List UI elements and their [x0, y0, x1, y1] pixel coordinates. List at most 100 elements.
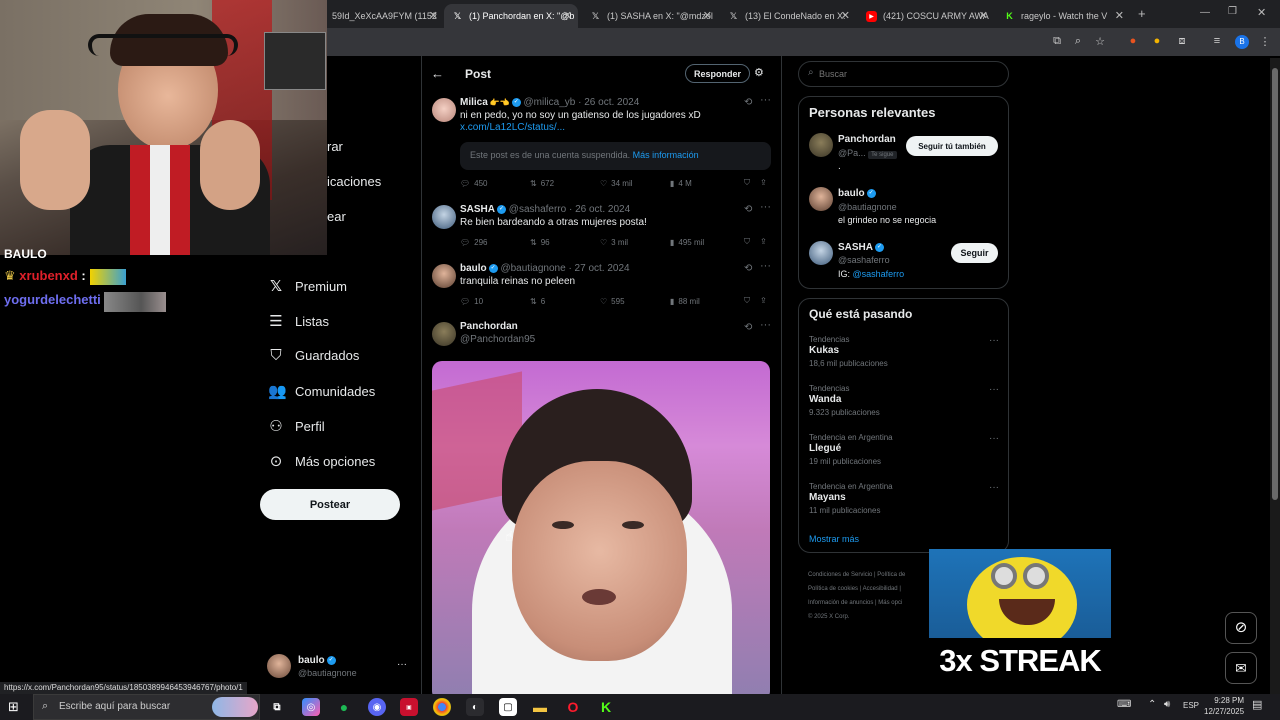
person-name[interactable]: Panchordan [838, 134, 896, 145]
more-icon[interactable]: ··· [989, 384, 999, 395]
author-handle[interactable]: @bautiagnone [500, 263, 565, 274]
trend-item[interactable]: Tendencia en Argentina Llegué 19 mil pub… [809, 433, 999, 466]
footer-link[interactable]: Política de cookies [808, 586, 858, 592]
search-input[interactable] [819, 67, 999, 81]
bookmark-icon[interactable]: ⛉ [744, 237, 750, 247]
file-explorer-icon[interactable]: ▬ [531, 698, 549, 716]
like-action[interactable]: ♡ 595 [600, 296, 670, 306]
avatar[interactable] [432, 205, 456, 229]
share-icon[interactable]: ⇪ [760, 237, 767, 247]
author-name[interactable]: Panchordan [460, 321, 518, 332]
show-more-link[interactable]: Mostrar más [809, 534, 859, 544]
post-button[interactable]: Postear [260, 489, 400, 520]
bookmark-icon[interactable]: ⛉ [744, 296, 750, 306]
author-handle[interactable]: @milica_yb [524, 97, 576, 108]
sidebar-item-premium[interactable]: 𝕏 Premium [268, 277, 347, 295]
bookmark-icon[interactable]: ⛉ [744, 178, 750, 188]
views-action[interactable]: ▮ 495 mil [670, 237, 744, 247]
obs-icon[interactable]: ◐ [466, 698, 484, 716]
keyboard-icon[interactable]: ⌨ [1117, 699, 1131, 710]
search-box[interactable]: ⌕ [798, 61, 1009, 87]
views-action[interactable]: ▮ 88 mil [670, 296, 744, 306]
grok-icon[interactable]: ⟲ [744, 322, 752, 333]
capcut-icon[interactable]: ▢ [499, 698, 517, 716]
close-icon[interactable]: ✕ [429, 9, 438, 22]
sidebar-item-communities[interactable]: 👥 Comunidades [268, 382, 375, 400]
sidebar-item-lists[interactable]: ☰ Listas [268, 312, 329, 330]
grok-icon[interactable]: ⟲ [744, 97, 752, 108]
more-icon[interactable]: ··· [989, 482, 999, 493]
footer-link[interactable]: Más opci [878, 600, 902, 606]
more-icon[interactable]: ··· [397, 659, 407, 670]
new-tab-button[interactable]: + [1138, 6, 1146, 21]
reply-action[interactable]: 💬︎ 450 [460, 178, 530, 188]
tweet-photo[interactable] [432, 361, 770, 694]
views-action[interactable]: ▮ 4 M [670, 178, 744, 188]
close-icon[interactable]: ✕ [1115, 9, 1124, 22]
address-bar[interactable] [330, 32, 1045, 52]
zoom-icon[interactable]: ⌕ [1071, 35, 1085, 48]
sidebar-item-more[interactable]: ⊙ Más opciones [268, 452, 376, 470]
clock[interactable]: 9:28 PM 12/27/2025 [1204, 695, 1244, 717]
more-icon[interactable]: ··· [760, 319, 771, 331]
more-icon[interactable]: ··· [760, 94, 771, 106]
person-name[interactable]: baulo [838, 188, 865, 199]
grok-button[interactable]: ⊘ [1225, 612, 1257, 644]
browser-tab[interactable]: K rageylo - Watch the V ✕ [996, 4, 1130, 28]
nav-item-partial[interactable]: rar [327, 139, 343, 154]
reading-list-icon[interactable]: ≡ [1210, 35, 1224, 47]
star-icon[interactable]: ☆ [1093, 35, 1107, 48]
browser-tab-active[interactable]: 𝕏 (1) Panchordan en X: "@b ✕ [444, 4, 578, 28]
close-icon[interactable]: ✕ [563, 9, 572, 22]
share-icon[interactable]: ⇪ [760, 296, 767, 306]
trend-item[interactable]: Tendencia en Argentina Mayans 11 mil pub… [809, 482, 999, 515]
scrollbar-thumb[interactable] [1272, 68, 1278, 500]
discord-icon[interactable]: ◉ [368, 698, 386, 716]
grok-icon[interactable]: ⟲ [744, 263, 752, 274]
browser-tab[interactable]: 𝕏 (13) El CondeNado en X: ✕ [720, 4, 856, 28]
app-icon[interactable]: ▣ [400, 698, 418, 716]
spotify-icon[interactable]: ● [335, 698, 353, 716]
volume-icon[interactable]: 🔊︎ [1164, 699, 1170, 710]
chevron-up-icon[interactable]: ⌃ [1148, 699, 1156, 710]
account-switcher[interactable]: baulo ✓ @bautiagnone ··· [267, 654, 417, 682]
browser-tab[interactable]: 𝕏 (1) SASHA en X: "@mdzol ✕ [582, 4, 718, 28]
grok-icon[interactable]: ⟲ [744, 204, 752, 215]
author-handle[interactable]: @sashaferro [509, 204, 566, 215]
sidebar-item-profile[interactable]: ⚇ Perfil [268, 417, 324, 435]
footer-link[interactable]: Accesibilidad [863, 586, 898, 592]
maximize-button[interactable]: ❐ [1228, 6, 1237, 17]
kick-icon[interactable]: K [597, 698, 615, 716]
taskbar-search[interactable]: ⌕ Escribe aquí para buscar [33, 694, 260, 720]
nav-item-partial[interactable]: icaciones [327, 174, 381, 189]
language-indicator[interactable]: ESP [1183, 701, 1199, 710]
footer-link[interactable]: Política de [877, 572, 905, 578]
sidebar-item-bookmarks[interactable]: ⛉ Guardados [268, 347, 359, 364]
follow-button[interactable]: Seguir [951, 243, 998, 263]
task-view-icon[interactable]: ⧉ [268, 698, 286, 716]
footer-link[interactable]: Información de anuncios [808, 600, 873, 606]
chrome-icon[interactable] [433, 698, 451, 716]
back-arrow-icon[interactable]: ← [431, 66, 444, 81]
follow-back-button[interactable]: Seguir tú también [906, 136, 998, 156]
tweet-date[interactable]: · 26 oct. 2024 [569, 204, 630, 215]
extension-icon[interactable]: ● [1150, 35, 1164, 47]
cast-icon[interactable]: ⧉ [1050, 35, 1064, 48]
close-icon[interactable]: ✕ [841, 9, 850, 22]
profile-avatar[interactable]: B [1235, 35, 1249, 49]
avatar[interactable] [432, 98, 456, 122]
like-action[interactable]: ♡ 34 mil [600, 178, 670, 188]
tweet-date[interactable]: · 27 oct. 2024 [568, 263, 629, 274]
like-action[interactable]: ♡ 3 mil [600, 237, 670, 247]
author-handle[interactable]: @Panchordan95 [460, 334, 535, 345]
avatar[interactable] [432, 264, 456, 288]
scrollbar[interactable] [1270, 58, 1280, 694]
puzzle-icon[interactable]: ⧈ [1175, 35, 1189, 48]
reply-button[interactable]: Responder [685, 64, 750, 83]
messages-button[interactable]: ✉ [1225, 652, 1257, 684]
trend-item[interactable]: Tendencias Wanda 9.323 publicaciones ··· [809, 384, 999, 417]
copilot-icon[interactable]: ◎ [302, 698, 320, 716]
tweet-link[interactable]: x.com/La12LC/status/... [460, 122, 565, 133]
close-icon[interactable]: ✕ [703, 9, 712, 22]
avatar[interactable] [809, 187, 833, 211]
